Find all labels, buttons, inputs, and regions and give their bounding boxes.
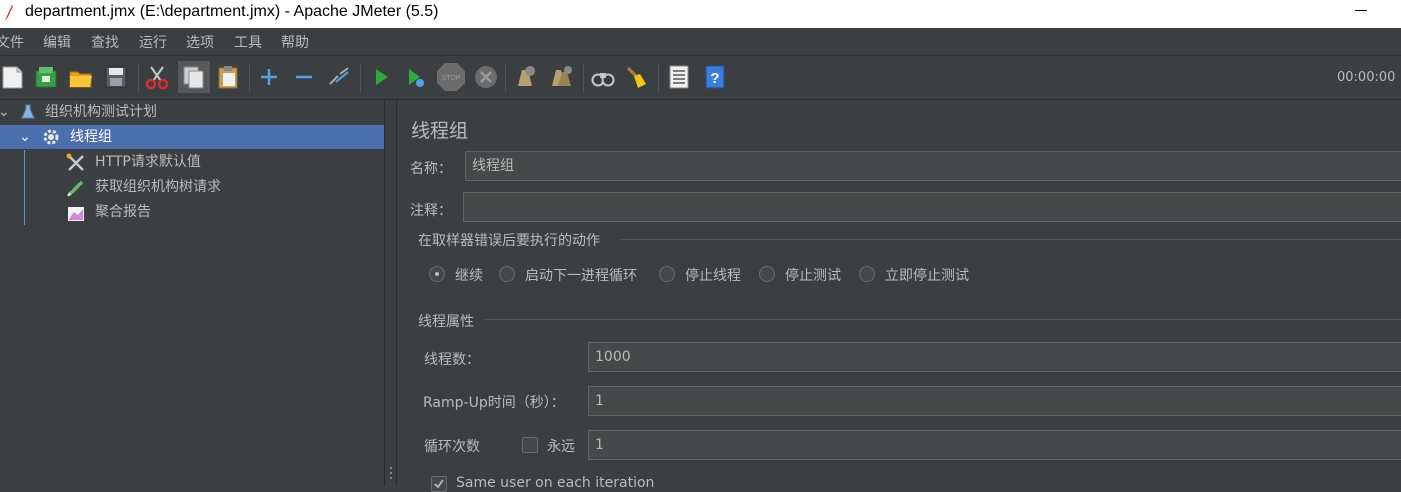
clear-all-icon[interactable] xyxy=(548,64,574,90)
toolbar: STOP ? 00:00:00 xyxy=(0,55,1401,100)
collapse-icon[interactable] xyxy=(291,64,317,90)
radio-stop-test-label: 停止测试 xyxy=(785,268,841,284)
menu-bar: 文件 编辑 查找 运行 选项 工具 帮助 xyxy=(0,28,1401,55)
templates-icon[interactable] xyxy=(33,64,59,90)
rampup-label: Ramp-Up时间（秒）： xyxy=(423,395,565,411)
thread-props-group-title: 线程属性 xyxy=(418,314,474,330)
same-user-label: Same user on each iteration xyxy=(456,475,655,491)
stop-icon[interactable]: STOP xyxy=(436,62,466,92)
tree-node-thread-group[interactable]: ⌄ 线程组 xyxy=(0,125,384,149)
name-field[interactable]: 线程组 xyxy=(465,151,1401,181)
jmeter-feather-icon xyxy=(5,5,13,21)
name-label: 名称： xyxy=(410,161,452,177)
tree-node-listener[interactable]: 聚合报告 xyxy=(0,200,384,224)
page-title: 线程组 xyxy=(411,120,469,142)
toolbar-separator xyxy=(249,64,250,92)
tree-node-label: 聚合报告 xyxy=(95,204,151,220)
clear-icon[interactable] xyxy=(512,64,538,90)
rampup-field[interactable]: 1 xyxy=(588,386,1401,416)
save-icon[interactable] xyxy=(103,64,129,90)
radio-stop-test-now-label: 立即停止测试 xyxy=(885,268,969,284)
elapsed-timer: 00:00:00 xyxy=(1337,70,1396,85)
help-icon[interactable]: ? xyxy=(702,64,728,90)
radio-start-next-loop[interactable] xyxy=(499,266,515,282)
split-pane-divider[interactable] xyxy=(384,100,397,486)
toolbar-separator xyxy=(138,64,139,92)
same-user-checkbox[interactable] xyxy=(431,476,447,492)
comment-field[interactable] xyxy=(463,192,1401,222)
copy-icon[interactable] xyxy=(178,61,210,93)
svg-text:?: ? xyxy=(710,70,719,87)
tree-node-label: 线程组 xyxy=(70,129,112,145)
menu-file[interactable]: 文件 xyxy=(0,32,24,52)
forever-label: 永远 xyxy=(547,439,575,455)
sampler-pen-icon xyxy=(67,180,84,197)
radio-continue[interactable] xyxy=(429,266,445,282)
menu-run[interactable]: 运行 xyxy=(139,32,167,52)
comment-label: 注释： xyxy=(410,203,452,219)
menu-edit[interactable]: 编辑 xyxy=(43,32,71,52)
threads-label: 线程数： xyxy=(424,352,480,368)
chevron-down-icon[interactable]: ⌄ xyxy=(0,100,10,124)
threads-field[interactable]: 1000 xyxy=(588,342,1401,372)
title-bar: department.jmx (E:\department.jmx) - Apa… xyxy=(0,0,1401,28)
group-divider xyxy=(621,239,1401,240)
menu-search[interactable]: 查找 xyxy=(91,32,119,52)
thread-group-gear-icon xyxy=(43,129,59,145)
tree-node-label: HTTP请求默认值 xyxy=(95,154,201,170)
config-element-icon xyxy=(66,153,84,171)
new-icon[interactable] xyxy=(0,64,26,90)
search-icon[interactable] xyxy=(590,64,616,90)
tree-node-label: 获取组织机构树请求 xyxy=(95,179,221,195)
error-action-group-title: 在取样器错误后要执行的动作 xyxy=(418,233,600,249)
expand-icon[interactable] xyxy=(256,64,282,90)
toolbar-separator xyxy=(583,64,584,92)
listener-report-icon xyxy=(68,207,84,221)
group-divider xyxy=(485,319,1401,320)
toolbar-separator xyxy=(658,64,659,92)
radio-stop-test-now[interactable] xyxy=(859,266,875,282)
cut-icon[interactable] xyxy=(144,64,170,90)
tree-node-http-defaults[interactable]: HTTP请求默认值 xyxy=(0,150,384,174)
toolbar-separator xyxy=(505,64,506,92)
window-title: department.jmx (E:\department.jmx) - Apa… xyxy=(25,3,439,20)
svg-text:STOP: STOP xyxy=(442,75,461,82)
loop-count-label: 循环次数 xyxy=(424,439,480,455)
thread-group-panel: 线程组 名称： 线程组 注释： 在取样器错误后要执行的动作 继续 启动下一进程循… xyxy=(397,100,1401,492)
start-icon[interactable] xyxy=(368,64,394,90)
menu-help[interactable]: 帮助 xyxy=(281,32,309,52)
toolbar-separator xyxy=(360,64,361,92)
test-plan-icon xyxy=(21,104,35,119)
drag-grip-icon[interactable] xyxy=(390,467,392,469)
test-plan-tree: ⌄ 组织机构测试计划 ⌄ 线程组 HTTP请求默认值 获取组织机构树请求 聚合报… xyxy=(0,100,384,486)
function-helper-icon[interactable] xyxy=(666,64,692,90)
radio-start-next-loop-label: 启动下一进程循环 xyxy=(525,268,637,284)
radio-stop-thread-label: 停止线程 xyxy=(685,268,741,284)
radio-stop-thread[interactable] xyxy=(659,266,675,282)
checkmark-icon xyxy=(434,479,444,489)
tree-node-test-plan[interactable]: ⌄ 组织机构测试计划 xyxy=(0,100,384,124)
tree-node-label: 组织机构测试计划 xyxy=(45,104,157,120)
menu-options[interactable]: 选项 xyxy=(186,32,214,52)
minimize-button[interactable] xyxy=(1350,0,1390,28)
paste-icon[interactable] xyxy=(215,64,241,90)
start-no-pause-icon[interactable] xyxy=(402,64,428,90)
reset-search-icon[interactable] xyxy=(624,64,650,90)
shutdown-icon[interactable] xyxy=(473,64,499,90)
tree-node-sampler[interactable]: 获取组织机构树请求 xyxy=(0,175,384,199)
chevron-down-icon[interactable]: ⌄ xyxy=(19,125,31,149)
radio-stop-test[interactable] xyxy=(759,266,775,282)
forever-checkbox[interactable] xyxy=(522,437,538,453)
menu-tools[interactable]: 工具 xyxy=(234,32,262,52)
loop-count-field[interactable]: 1 xyxy=(588,430,1401,460)
radio-continue-label: 继续 xyxy=(455,268,483,284)
toggle-icon[interactable] xyxy=(326,64,352,90)
open-icon[interactable] xyxy=(68,64,94,90)
